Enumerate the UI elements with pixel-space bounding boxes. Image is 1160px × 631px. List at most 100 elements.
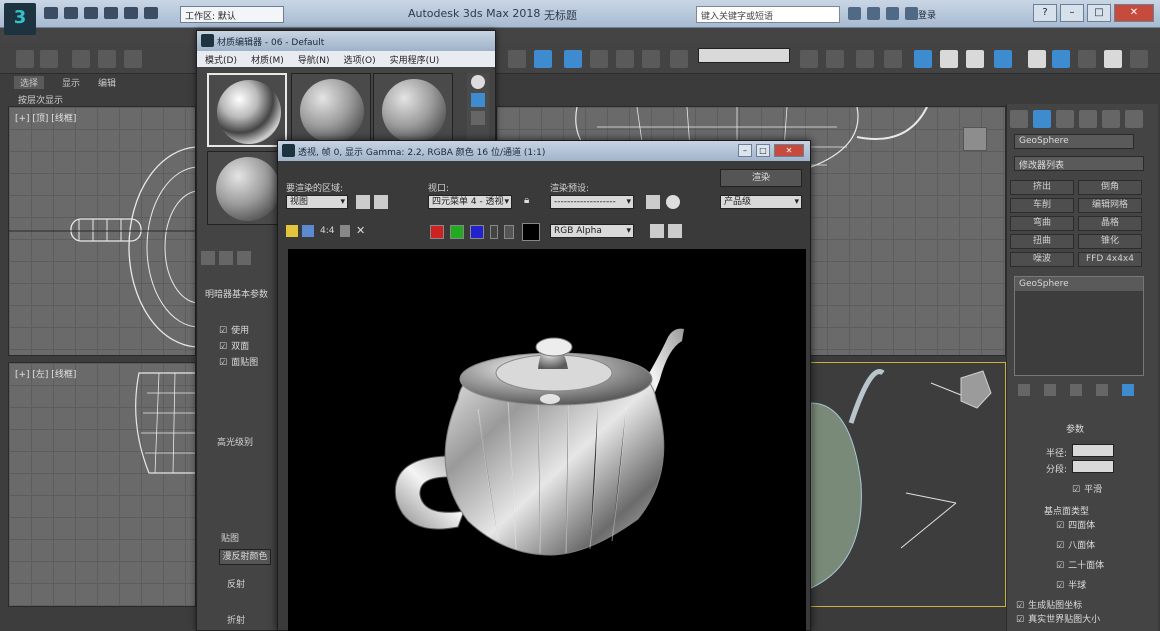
object-name-field[interactable]: GeoSphere [1014, 134, 1134, 149]
background-icon[interactable] [471, 111, 485, 125]
tab-select[interactable]: 选择 [14, 76, 45, 89]
diffuse-color-button[interactable]: 漫反射颜色 [219, 549, 271, 565]
backlight-icon[interactable] [471, 93, 485, 107]
param-checkbox[interactable]: 使用 [219, 323, 249, 336]
show-end-result-icon[interactable] [1044, 384, 1056, 396]
user-icon[interactable] [905, 7, 918, 20]
dropdown-icon[interactable] [144, 7, 158, 19]
save-icon[interactable] [84, 7, 98, 19]
menu-item[interactable]: 实用程序(U) [390, 53, 440, 66]
basetype-option[interactable]: 八面体 [1056, 538, 1095, 551]
undo-icon[interactable] [104, 7, 118, 19]
modify-tab-icon[interactable] [1033, 110, 1051, 128]
bind-icon[interactable] [124, 50, 142, 68]
hierarchy-label[interactable]: 按层次显示 [18, 93, 63, 106]
menu-item[interactable]: 材质(M) [251, 53, 284, 66]
channel-dropdown[interactable]: RGB Alpha [550, 224, 634, 238]
edit-named-selection-icon[interactable] [670, 50, 688, 68]
basetype-option[interactable]: 半球 [1056, 578, 1086, 591]
ribbon-icon[interactable] [884, 50, 902, 68]
signin-label[interactable]: 登录 [918, 8, 936, 21]
clear-icon[interactable]: ✕ [356, 225, 368, 237]
environment-icon[interactable] [666, 195, 680, 209]
param-checkbox[interactable]: 双面 [219, 339, 249, 352]
monochrome-toggle[interactable] [504, 225, 514, 239]
rotate-icon[interactable] [534, 50, 552, 68]
viewport-left[interactable]: [+] [左] [线框] [8, 362, 196, 607]
curve-editor-icon[interactable] [914, 50, 932, 68]
spinner-snap-icon[interactable] [642, 50, 660, 68]
display-tab-icon[interactable] [1102, 110, 1120, 128]
segments-spinner[interactable] [1072, 460, 1114, 473]
render-button[interactable]: 渲染 [720, 169, 802, 187]
unlink-icon[interactable] [98, 50, 116, 68]
schematic-view-icon[interactable] [940, 50, 958, 68]
align-icon[interactable] [826, 50, 844, 68]
create-tab-icon[interactable] [1010, 110, 1028, 128]
blue-channel-toggle[interactable] [470, 225, 484, 239]
open-file-icon[interactable] [64, 7, 78, 19]
stack-item[interactable]: GeoSphere [1015, 277, 1143, 291]
material-slot[interactable] [207, 151, 287, 225]
app-logo-icon[interactable]: 3 [4, 3, 36, 35]
workspace-select[interactable]: 工作区: 默认 [180, 6, 284, 23]
modifier-button[interactable]: 扭曲 [1010, 234, 1074, 249]
mirror-icon[interactable] [800, 50, 818, 68]
area-dropdown[interactable]: 视图 [286, 195, 348, 209]
redo-icon[interactable] [40, 50, 58, 68]
search-icon[interactable] [848, 7, 861, 20]
viewport-perspective[interactable] [810, 362, 1006, 607]
angle-snap-icon[interactable] [590, 50, 608, 68]
link-icon[interactable] [72, 50, 90, 68]
help-search-input[interactable]: 键入关键字或短语 [696, 6, 840, 23]
gen-mapping-checkbox[interactable]: 生成贴图坐标 [1016, 598, 1082, 611]
param-checkbox[interactable]: 面贴图 [219, 355, 258, 368]
maximize-button[interactable]: □ [1087, 4, 1111, 22]
render-online-icon[interactable] [1104, 50, 1122, 68]
material-slot[interactable] [373, 73, 453, 147]
red-channel-toggle[interactable] [430, 225, 444, 239]
render-quality-dropdown[interactable]: 产品级 [720, 195, 802, 209]
modifier-button[interactable]: 编辑网格 [1078, 198, 1142, 213]
new-file-icon[interactable] [44, 7, 58, 19]
render-icon[interactable] [1052, 50, 1070, 68]
undo-icon[interactable] [16, 50, 34, 68]
radius-spinner[interactable] [1072, 444, 1114, 457]
viewport-left-label[interactable]: [+] [左] [线框] [15, 367, 76, 380]
auto-region-icon[interactable] [374, 195, 388, 209]
menu-item[interactable]: 选项(O) [344, 53, 376, 66]
material-editor-icon[interactable] [966, 50, 984, 68]
real-world-checkbox[interactable]: 真实世界贴图大小 [1016, 612, 1100, 625]
material-slot[interactable] [291, 73, 371, 147]
get-material-icon[interactable] [201, 251, 215, 265]
redo-icon[interactable] [124, 7, 138, 19]
sample-type-icon[interactable] [471, 75, 485, 89]
modifier-button[interactable]: 挤出 [1010, 180, 1074, 195]
assign-material-icon[interactable] [237, 251, 251, 265]
material-slot[interactable] [207, 73, 287, 147]
modifier-button[interactable]: 噪波 [1010, 252, 1074, 267]
edit-region-icon[interactable] [356, 195, 370, 209]
menu-item[interactable]: 导航(N) [298, 53, 330, 66]
menu-item[interactable]: 模式(D) [205, 53, 237, 66]
tab-display[interactable]: 显示 [62, 76, 80, 89]
teapot-icon[interactable] [1078, 50, 1096, 68]
move-icon[interactable] [508, 50, 526, 68]
alpha-channel-toggle[interactable] [490, 225, 498, 239]
viewport-dropdown[interactable]: 四元菜单 4 - 透视 [428, 195, 512, 209]
configure-sets-icon[interactable] [1122, 384, 1134, 396]
modifier-button[interactable]: 车削 [1010, 198, 1074, 213]
viewport-top[interactable]: [+] [顶] [线框] [8, 106, 196, 356]
basetype-option[interactable]: 四面体 [1056, 518, 1095, 531]
render-setup-icon[interactable] [646, 195, 660, 209]
remove-modifier-icon[interactable] [1096, 384, 1108, 396]
minimize-button[interactable]: – [738, 144, 752, 157]
clear-color-swatch[interactable] [522, 223, 540, 241]
preset-dropdown[interactable]: ------------------- [550, 195, 634, 209]
viewcube-icon[interactable] [963, 127, 987, 151]
snap-icon[interactable] [564, 50, 582, 68]
modifier-stack[interactable]: GeoSphere [1014, 276, 1144, 376]
hierarchy-tab-icon[interactable] [1056, 110, 1074, 128]
params-rollout-title[interactable]: 参数 [1066, 422, 1084, 435]
utilities-tab-icon[interactable] [1125, 110, 1143, 128]
